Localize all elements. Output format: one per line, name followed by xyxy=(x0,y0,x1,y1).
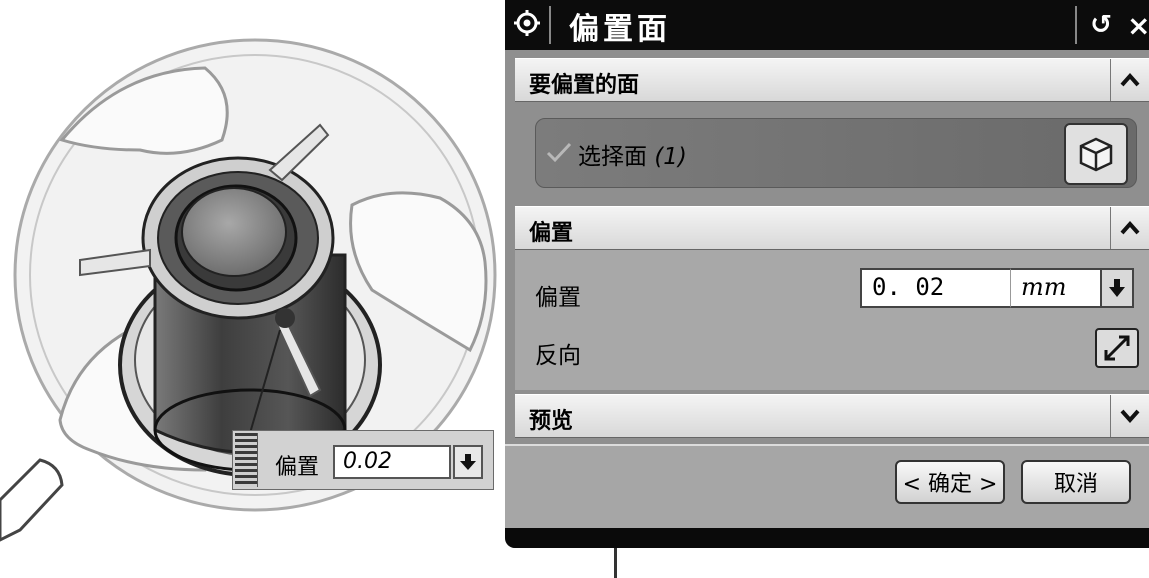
unit-label: mm xyxy=(1010,268,1102,308)
offset-value-input[interactable]: 0. 02 xyxy=(860,268,1010,308)
graphics-viewport[interactable] xyxy=(0,0,505,578)
collapse-up-icon[interactable] xyxy=(1110,59,1149,101)
reverse-direction-icon[interactable] xyxy=(1095,328,1139,368)
dropdown-arrow-icon[interactable] xyxy=(1102,268,1134,308)
cube-select-icon[interactable] xyxy=(1064,123,1128,185)
ok-button[interactable]: < 确定 > xyxy=(895,460,1005,504)
leader-stem xyxy=(614,548,617,578)
close-icon[interactable]: × xyxy=(1127,6,1149,44)
grip-icon[interactable] xyxy=(235,433,258,487)
section-title-offset: 偏置 xyxy=(529,221,574,246)
section-title-preview: 预览 xyxy=(529,409,574,434)
onscreen-offset-label: 偏置 xyxy=(275,455,320,480)
select-face-count: (1) xyxy=(654,144,687,170)
dialog-title: 偏置面 xyxy=(569,12,671,47)
dropdown-arrow-icon[interactable] xyxy=(453,445,483,479)
select-face-label: 选择面 xyxy=(578,144,647,170)
select-face-row[interactable]: 选择面 (1) xyxy=(535,118,1137,188)
reverse-label: 反向 xyxy=(535,343,581,369)
offset-face-dialog: 偏置面 ↺ × 要偏置的面 选择面 (1) 偏置 偏置 0. 02 mm 反向 … xyxy=(505,0,1149,548)
dialog-footer: < 确定 > 取消 xyxy=(505,444,1149,530)
reset-icon[interactable]: ↺ xyxy=(1075,6,1125,44)
section-title-faces: 要偏置的面 xyxy=(529,73,640,98)
offset-label: 偏置 xyxy=(535,285,581,311)
select-face-text: 选择面 (1) xyxy=(578,137,687,171)
gear-icon[interactable] xyxy=(513,9,541,37)
dialog-titlebar[interactable]: 偏置面 ↺ × xyxy=(505,0,1149,50)
part-model-graphic xyxy=(0,38,497,542)
cancel-button[interactable]: 取消 xyxy=(1021,460,1131,504)
checkmark-icon xyxy=(546,141,572,167)
offset-panel: 偏置 0. 02 mm 反向 xyxy=(515,250,1149,390)
titlebar-separator xyxy=(549,6,551,44)
expand-down-icon[interactable] xyxy=(1110,395,1149,437)
section-header-faces[interactable]: 要偏置的面 xyxy=(515,58,1149,102)
section-header-offset[interactable]: 偏置 xyxy=(515,206,1149,250)
dialog-bottom-edge xyxy=(505,528,1149,548)
onscreen-offset-input: 偏置 0.02 xyxy=(232,430,494,490)
collapse-up-icon[interactable] xyxy=(1110,207,1149,249)
section-header-preview[interactable]: 预览 xyxy=(515,394,1149,438)
onscreen-offset-field[interactable]: 0.02 xyxy=(333,445,451,479)
